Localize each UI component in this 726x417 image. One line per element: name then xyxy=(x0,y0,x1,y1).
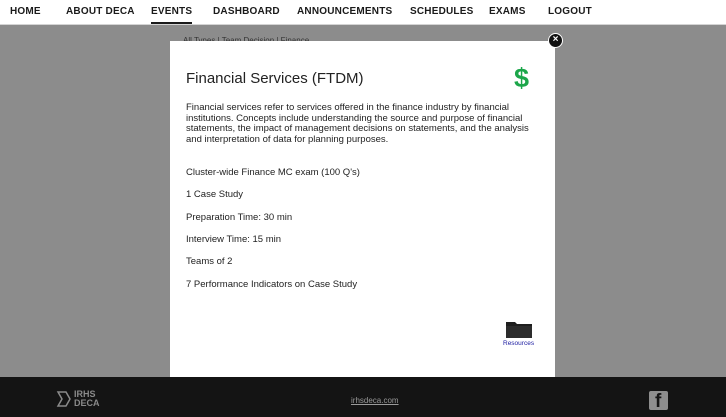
nav-item-announcements[interactable]: ANNOUNCEMENTS xyxy=(297,0,392,24)
top-nav: HOME ABOUT DECA EVENTS DASHBOARD ANNOUNC… xyxy=(0,0,726,25)
detail-case-study: 1 Case Study xyxy=(186,189,244,200)
deca-logo-icon xyxy=(56,391,71,407)
resources-link[interactable]: Resources xyxy=(503,340,534,347)
folder-icon[interactable] xyxy=(505,319,533,339)
detail-exam: Cluster-wide Finance MC exam (100 Q's) xyxy=(186,167,360,178)
nav-item-dashboard[interactable]: DASHBOARD xyxy=(213,0,280,24)
detail-team-size: Teams of 2 xyxy=(186,256,233,267)
close-icon[interactable]: × xyxy=(548,33,563,48)
detail-preparation-time: Preparation Time: 30 min xyxy=(186,212,293,223)
event-modal: Financial Services (FTDM) $ Financial se… xyxy=(170,41,555,377)
nav-item-exams[interactable]: EXAMS xyxy=(489,0,526,24)
nav-item-home[interactable]: HOME xyxy=(10,0,41,24)
facebook-icon[interactable]: f xyxy=(649,391,668,410)
nav-item-logout[interactable]: LOGOUT xyxy=(548,0,592,24)
footer-logo: IRHS DECA xyxy=(56,387,106,411)
modal-title: Financial Services (FTDM) xyxy=(186,70,364,87)
event-description: Financial services refer to services off… xyxy=(186,102,529,145)
detail-performance-indicators: 7 Performance Indicators on Case Study xyxy=(186,279,358,290)
footer-site-link[interactable]: irhsdeca.com xyxy=(351,396,399,405)
nav-item-about-deca[interactable]: ABOUT DECA xyxy=(66,0,135,24)
nav-item-schedules[interactable]: SCHEDULES xyxy=(410,0,473,24)
footer-logo-line2: DECA xyxy=(74,398,100,408)
nav-item-events[interactable]: EVENTS xyxy=(151,0,193,24)
detail-interview-time: Interview Time: 15 min xyxy=(186,234,282,245)
dollar-icon: $ xyxy=(514,63,530,93)
